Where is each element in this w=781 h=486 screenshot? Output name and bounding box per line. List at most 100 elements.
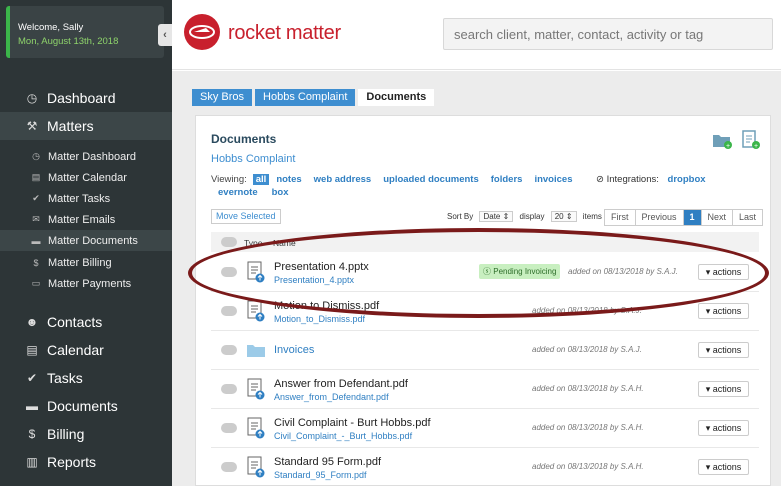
- integration-evernote[interactable]: evernote: [218, 187, 258, 198]
- filter-invoices[interactable]: invoices: [534, 174, 572, 185]
- nav-billing[interactable]: $ Billing: [0, 420, 172, 448]
- add-document-icon[interactable]: +: [740, 130, 760, 150]
- documents-panel: Documents Hobbs Complaint + + Viewing: al…: [195, 115, 771, 486]
- nav-contacts[interactable]: ☻ Contacts: [0, 308, 172, 336]
- breadcrumb-matter[interactable]: Hobbs Complaint: [255, 89, 356, 106]
- folder-name[interactable]: Invoices: [274, 344, 314, 356]
- actions-button[interactable]: ▾ actions: [698, 303, 749, 319]
- table-header: Type Name: [211, 232, 759, 252]
- logo-text[interactable]: rocket matter: [228, 22, 341, 45]
- folder-icon: ▬: [31, 235, 41, 246]
- svg-text:+: +: [754, 143, 758, 150]
- nav-calendar[interactable]: ▤ Calendar: [0, 336, 172, 364]
- actions-button[interactable]: ▾ actions: [698, 459, 749, 475]
- rocket-logo-icon[interactable]: [184, 14, 220, 50]
- nav-matters[interactable]: ⚒ Matters: [0, 112, 172, 140]
- display-label: display: [519, 212, 545, 221]
- integration-dropbox[interactable]: dropbox: [668, 174, 706, 185]
- file-name[interactable]: Standard 95 Form.pdf: [274, 456, 381, 468]
- add-folder-icon[interactable]: +: [712, 130, 732, 150]
- nav-label: Documents: [47, 398, 118, 414]
- file-name[interactable]: Answer from Defendant.pdf: [274, 378, 408, 390]
- integration-box[interactable]: box: [272, 187, 289, 198]
- caret-down-icon: ▾: [705, 345, 711, 355]
- added-info: added on 08/13/2018 by S.A.J.: [532, 345, 642, 354]
- file-link[interactable]: Answer_from_Defendant.pdf: [274, 392, 389, 402]
- row-toggle[interactable]: [221, 462, 237, 472]
- file-link[interactable]: Civil_Complaint_-_Burt_Hobbs.pdf: [274, 431, 412, 441]
- added-info: added on 08/13/2018 by S.A.H.: [532, 423, 644, 432]
- breadcrumb: Sky Bros Hobbs Complaint Documents: [192, 89, 437, 106]
- nav-matter-payments[interactable]: ▭ Matter Payments: [0, 273, 172, 294]
- matter-link[interactable]: Hobbs Complaint: [211, 153, 295, 165]
- added-info: added on 08/13/2018 by S.A.H.: [532, 462, 644, 471]
- page-title: Documents: [211, 132, 277, 146]
- collapse-sidebar-button[interactable]: ‹: [158, 24, 172, 46]
- file-name[interactable]: Presentation 4.pptx: [274, 261, 369, 273]
- actions-button[interactable]: ▾ actions: [698, 381, 749, 397]
- file-name[interactable]: Motion to Dismiss.pdf: [274, 300, 379, 312]
- filter-folders[interactable]: folders: [491, 174, 523, 185]
- file-link[interactable]: Presentation_4.pptx: [274, 275, 354, 285]
- nav-label: Matter Tasks: [48, 192, 111, 205]
- sort-value: Date: [483, 212, 501, 221]
- filter-notes[interactable]: notes: [276, 174, 301, 185]
- added-info: added on 08/13/2018 by S.A.H.: [532, 384, 644, 393]
- nav-label: Matters: [47, 118, 94, 134]
- file-link[interactable]: Motion_to_Dismiss.pdf: [274, 314, 365, 324]
- added-info: added on 08/13/2018 by S.A.J.: [532, 306, 642, 315]
- badge-label: Pending Invoicing: [493, 267, 557, 276]
- row-toggle[interactable]: [221, 384, 237, 394]
- dollar-icon: $: [33, 257, 39, 268]
- nav-matter-documents[interactable]: ▬ Matter Documents: [0, 230, 172, 251]
- caret-down-icon: ▾: [705, 384, 711, 394]
- row-toggle[interactable]: [221, 423, 237, 433]
- panel-actions: + +: [712, 130, 760, 150]
- filter-uploaded-documents[interactable]: uploaded documents: [383, 174, 479, 185]
- row-toggle[interactable]: [221, 267, 237, 277]
- nav-reports[interactable]: ▥ Reports: [0, 448, 172, 476]
- actions-label: actions: [712, 384, 742, 394]
- nav-dashboard[interactable]: ◷ Dashboard: [0, 84, 172, 112]
- check-icon: ✔: [32, 193, 40, 203]
- display-select[interactable]: 20 ⇕: [550, 211, 577, 222]
- filter-web-address[interactable]: web address: [314, 174, 372, 185]
- search-input[interactable]: search client, matter, contact, activity…: [443, 18, 773, 50]
- actions-button[interactable]: ▾ actions: [698, 420, 749, 436]
- pager-next[interactable]: Next: [702, 210, 734, 225]
- folder-icon: [247, 339, 265, 361]
- actions-label: actions: [712, 267, 742, 277]
- row-toggle[interactable]: [221, 345, 237, 355]
- table-row: Invoices added on 08/13/2018 by S.A.J. ▾…: [211, 331, 759, 370]
- row-toggle[interactable]: [221, 306, 237, 316]
- nav-tasks[interactable]: ✔ Tasks: [0, 364, 172, 392]
- main-content: Sky Bros Hobbs Complaint Documents Docum…: [172, 71, 781, 486]
- breadcrumb-client[interactable]: Sky Bros: [192, 89, 253, 106]
- nav-matter-tasks[interactable]: ✔ Matter Tasks: [0, 188, 172, 209]
- pager-previous[interactable]: Previous: [636, 210, 684, 225]
- integrations: ⊘ Integrations: dropbox: [596, 174, 706, 185]
- document-icon: [247, 417, 265, 439]
- select-all-toggle[interactable]: [221, 237, 237, 247]
- nav-matter-dashboard[interactable]: ◷ Matter Dashboard: [0, 146, 172, 167]
- top-bar: rocket matter search client, matter, con…: [172, 0, 781, 70]
- nav-matter-billing[interactable]: $ Matter Billing: [0, 252, 172, 273]
- pager-last[interactable]: Last: [733, 210, 762, 225]
- pager-page-1[interactable]: 1: [683, 210, 702, 225]
- filter-all[interactable]: all: [252, 174, 270, 185]
- nav-documents[interactable]: ▬ Documents: [0, 392, 172, 420]
- nav-label: Billing: [47, 426, 85, 442]
- table-row: Standard 95 Form.pdf Standard_95_Form.pd…: [211, 448, 759, 485]
- file-name[interactable]: Civil Complaint - Burt Hobbs.pdf: [274, 417, 431, 429]
- caret-down-icon: ▾: [705, 462, 711, 472]
- pager-first[interactable]: First: [605, 210, 636, 225]
- calendar-icon: ▤: [31, 172, 41, 182]
- column-type: Type: [244, 238, 263, 248]
- file-link[interactable]: Standard_95_Form.pdf: [274, 470, 367, 480]
- move-selected-button[interactable]: Move Selected: [211, 209, 281, 224]
- sort-select[interactable]: Date ⇕: [479, 211, 514, 222]
- nav-matter-emails[interactable]: ✉ Matter Emails: [0, 209, 172, 230]
- actions-button[interactable]: ▾ actions: [698, 264, 749, 280]
- nav-matter-calendar[interactable]: ▤ Matter Calendar: [0, 167, 172, 188]
- actions-button[interactable]: ▾ actions: [698, 342, 749, 358]
